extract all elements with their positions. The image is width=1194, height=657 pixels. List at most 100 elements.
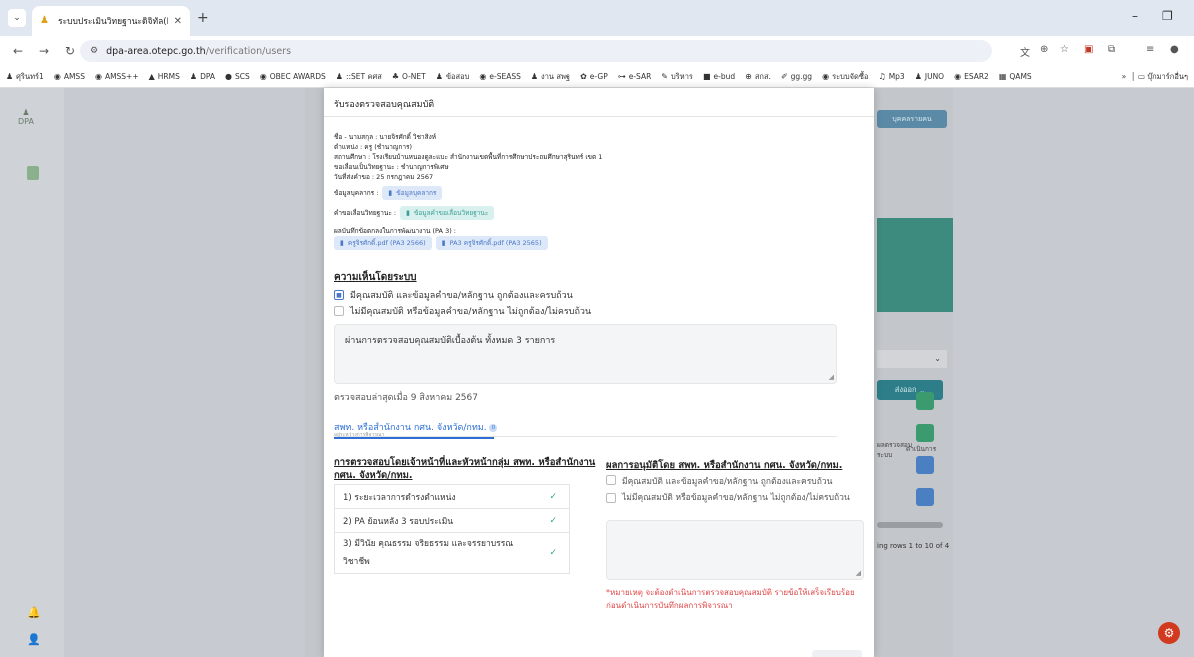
resize-handle-icon[interactable]: ◢ [856,569,861,577]
bell-icon[interactable]: 🔔 [27,606,41,619]
bookmark-icon: ♣ [391,72,399,81]
address-bar[interactable]: ⚙ dpa-area.otepc.go.th/verification/user… [80,40,992,62]
file-icon: ▮ [441,239,446,247]
bg-edit-button[interactable] [916,392,934,410]
officer-check-heading: การตรวจสอบโดยเจ้าหน้าที่และหัวหน้ากลุ่ม … [334,457,596,481]
bookmark-item[interactable]: ▦ QAMS [999,72,1032,81]
system-opinion-heading: ความเห็นโดยระบบ [334,272,417,283]
extension-icon[interactable]: ▣ [1084,44,1093,55]
globe-icon: ◉ [954,72,962,81]
translate-icon[interactable]: 文 [1020,44,1030,59]
minimize-icon[interactable]: – [1132,9,1138,23]
personnel-data-chip[interactable]: ▮ ข้อมูลบุคลากร [382,186,443,200]
bg-individual-button[interactable]: บุคคลรายคน [877,110,947,128]
chevron-right-double-icon[interactable]: » [1122,72,1127,81]
modal-title: รับรองตรวจสอบคุณสมบัติ [334,100,435,110]
site-info-icon[interactable]: ⚙ [90,46,98,56]
approval-heading: ผลการอนุมัติโดย สพท. หรือสำนักงาน กศน. จ… [606,460,843,471]
document-icon[interactable] [27,166,39,180]
bookmark-item[interactable]: ◉ AMSS [54,72,85,81]
bg-edit-button[interactable] [916,424,934,442]
close-tab-icon[interactable]: ✕ [174,16,182,27]
bookmark-item[interactable]: ♫ Mp3 [879,72,905,81]
bookmark-icon: ♫ [878,72,886,81]
zoom-icon[interactable]: ⊕ [1040,44,1048,55]
profile-avatar-icon[interactable]: ● [1170,44,1179,55]
bookmark-icon: ♟ [335,72,343,81]
bg-view-button[interactable] [916,488,934,506]
media-icon[interactable]: ≡ [1146,44,1154,55]
resize-handle-icon[interactable]: ◢ [829,373,834,381]
tab-search-chevron-icon[interactable]: ⌄ [8,9,26,27]
other-bookmarks-folder[interactable]: » │ ▭ บุ๊กมาร์กอื่นๆ [1115,71,1188,83]
extensions-puzzle-icon[interactable]: ⧉ [1108,44,1115,55]
bg-select-dropdown[interactable]: ⌄ [877,350,947,368]
criteria-item[interactable]: 3) มีวินัย คุณธรรม จริยธรรม และจรรยาบรรณ… [335,533,569,573]
bg-col-header-action: ดำเนินการ [906,445,937,453]
globe-icon: ◉ [259,72,267,81]
system-option-yes[interactable]: ■ มีคุณสมบัติ และข้อมูลคำขอ/หลักฐาน ถูกต… [334,288,573,302]
request-data-chip[interactable]: ▮ ข้อมูลคำขอเลื่อนวิทยฐานะ [400,206,495,220]
restore-icon[interactable]: ❐ [1162,9,1173,23]
bookmark-item[interactable]: ◉ OBEC AWARDS [260,72,326,81]
checkbox-icon[interactable] [606,475,616,485]
browser-tab-active[interactable]: ♟ ระบบประเมินวิทยฐานะดิจิทัล(DPA) ✕ [32,6,190,36]
bookmark-icon: ▦ [998,72,1007,81]
modal-footer-button[interactable] [812,650,862,657]
bookmark-icon: ♟ [189,72,198,81]
bookmark-star-icon[interactable]: ☆ [1060,44,1069,55]
check-mark-icon: ✓ [549,548,557,558]
back-arrow-icon[interactable]: ← [8,44,28,58]
forward-arrow-icon[interactable]: → [34,44,54,58]
bookmark-item[interactable]: ▲ HRMS [149,72,180,81]
info-pa-label: ผลบันทึกข้อตกลงในการพัฒนางาน (PA 3) : [334,227,456,235]
approval-option-yes[interactable]: มีคุณสมบัติ และข้อมูลคำขอ/หลักฐาน ถูกต้อ… [606,474,856,488]
bookmark-item[interactable]: ♟ ศุรินทร์1 [6,71,44,83]
bookmark-item[interactable]: ◉ AMSS++ [95,72,139,81]
checkbox-icon[interactable] [606,493,616,503]
bookmark-item[interactable]: ◉ ESAR2 [954,72,989,81]
bookmark-item[interactable]: ◉ ระบบจัดซื้อ [822,71,868,83]
pa-file-chip[interactable]: ▮ ครูจิรศักดิ์.pdf (PA3 2566) [334,236,432,250]
bookmark-item[interactable]: ♟ DPA [190,72,215,81]
system-comment-textarea[interactable]: ผ่านการตรวจสอบคุณสมบัติเบื้องต้น ทั้งหมด… [334,324,837,384]
bookmark-item[interactable]: ♟ JUNO [915,72,944,81]
bookmark-item[interactable]: ♣ O-NET [392,72,426,81]
bookmark-item[interactable]: ■ e-bud [703,72,735,81]
pa-file-chip[interactable]: ▮ PA3 ครูจิรศักดิ์.pdf (PA3 2565) [435,236,548,250]
bookmarks-bar: ♟ ศุรินทร์1 ◉ AMSS ◉ AMSS++ ▲ HRMS ♟ DPA ● SCS… [0,66,1194,88]
bookmark-icon: ✎ [661,72,668,81]
bookmark-item[interactable]: ✎ บริหาร [661,71,693,83]
globe-icon: ◉ [53,72,61,81]
bookmark-item[interactable]: ● SCS [225,72,250,81]
criteria-item[interactable]: 2) PA ย้อนหลัง 3 รอบประเมิน ✓ [335,509,569,533]
new-tab-plus-icon[interactable]: + [197,10,209,26]
user-icon[interactable]: 👤 [27,633,41,646]
reload-icon[interactable]: ↻ [60,44,80,58]
check-mark-icon: ✓ [549,491,557,502]
checkbox-icon[interactable] [334,306,344,316]
criteria-list: 1) ระยะเวลาการดำรงตำแหน่ง ✓ 2) PA ย้อนหล… [334,484,570,574]
bg-horizontal-scrollbar[interactable] [877,522,943,528]
bookmark-item[interactable]: ⊶ e-SAR [618,72,652,81]
checkbox-checked-icon[interactable]: ■ [334,290,344,300]
settings-gear-icon[interactable]: ⚙ [1158,622,1180,644]
bookmark-item[interactable]: ✿ e-GP [580,72,608,81]
bookmark-item[interactable]: ✐ gg.gg [781,72,812,81]
criteria-item[interactable]: 1) ระยะเวลาการดำรงตำแหน่ง ✓ [335,485,569,509]
bookmark-item[interactable]: ⊕ สกส. [745,71,771,83]
bookmark-item[interactable]: ♟ ข้อสอบ [436,71,470,83]
bookmark-item[interactable]: ◉ e-SEASS [479,72,520,81]
approval-comment-textarea[interactable]: ◢ [606,520,864,580]
info-school: สถานศึกษา : โรงเรียนบ้านหนองดูละแบะ สำนั… [334,153,603,161]
bg-summary-panel [877,218,953,312]
bookmark-item[interactable]: ♟ งาน สพฐ [531,71,570,83]
browser-tab-bar: ⌄ ♟ ระบบประเมินวิทยฐานะดิจิทัล(DPA) ✕ + … [0,0,1194,36]
system-option-no[interactable]: ไม่มีคุณสมบัติ หรือข้อมูลคำขอ/หลักฐาน ไม… [334,304,591,318]
file-icon: ▮ [388,189,393,197]
approval-option-no[interactable]: ไม่มีคุณสมบัติ หรือข้อมูลคำขอ/หลักฐาน ไม… [606,492,856,505]
globe-icon: ◉ [94,72,102,81]
bookmark-icon: ■ [702,72,711,81]
bookmark-item[interactable]: ♟::SET คศส [336,71,382,83]
bg-view-button[interactable] [916,456,934,474]
